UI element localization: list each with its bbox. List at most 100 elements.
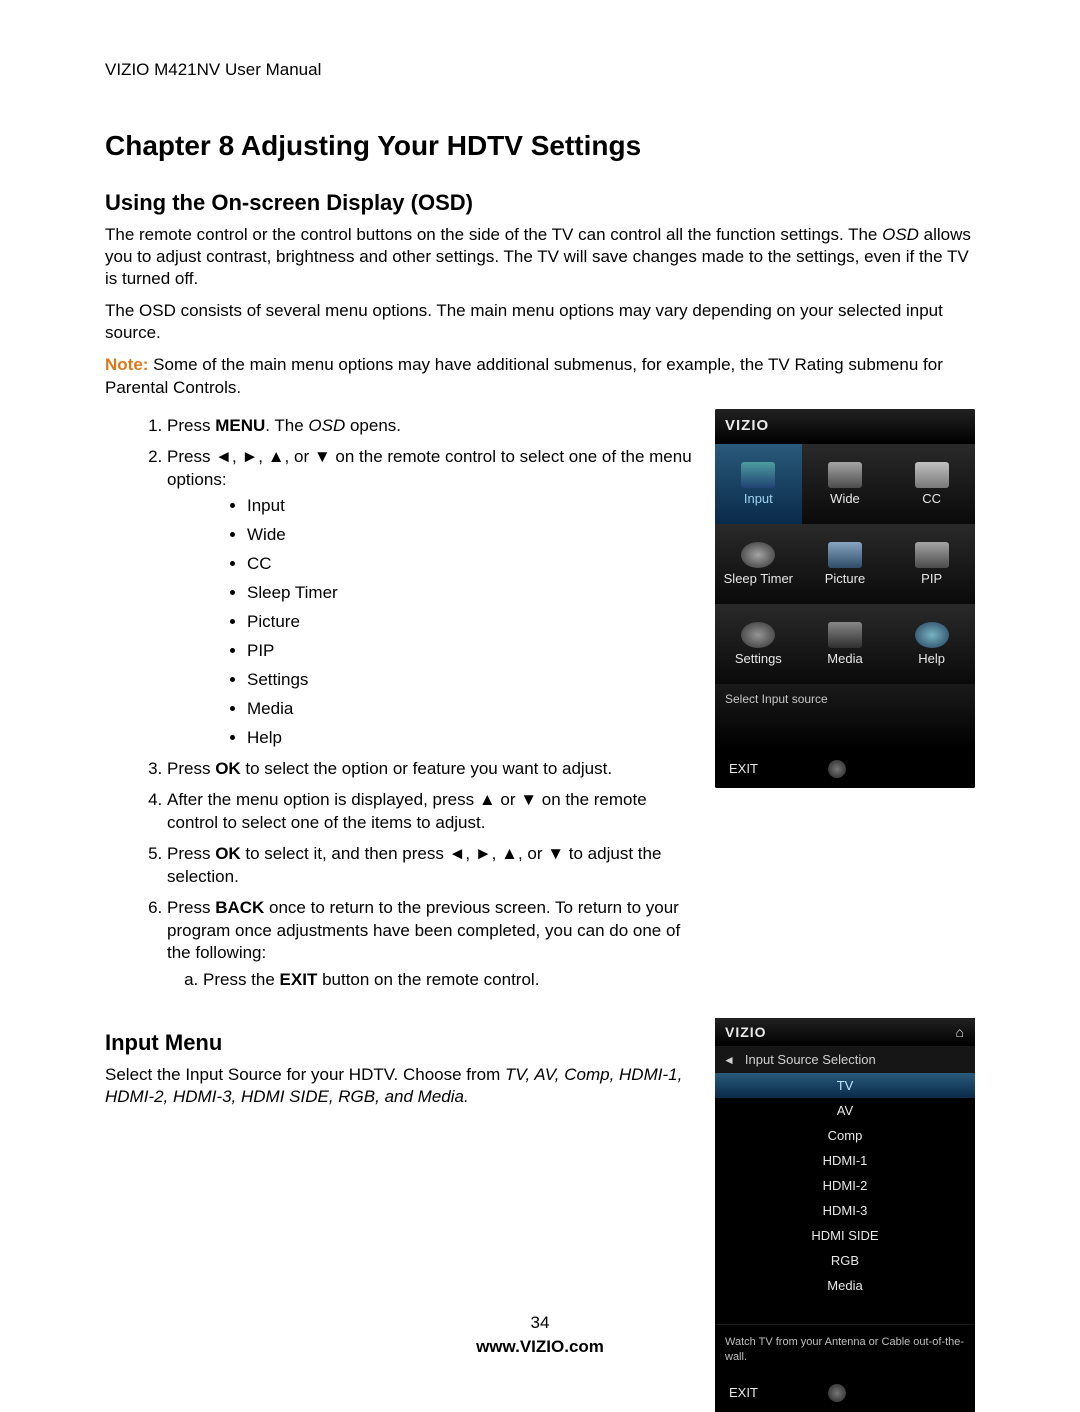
steps-list: Press MENU. The OSD opens. Press ◄, ►, ▲…: [105, 415, 695, 993]
osd-cell-input[interactable]: Input: [715, 444, 802, 524]
help-icon: [915, 622, 949, 648]
menu-options-bullets: Input Wide CC Sleep Timer Picture PIP Se…: [167, 495, 695, 749]
isrc-brand-label: VIZIO: [725, 1024, 767, 1040]
exit-button[interactable]: EXIT: [729, 761, 758, 776]
osd-cell-label: Picture: [825, 572, 865, 586]
bullet-item: Help: [247, 727, 695, 750]
step-6: Press BACK once to return to the previou…: [167, 897, 695, 993]
text: opens.: [345, 416, 401, 435]
steps-column: Press MENU. The OSD opens. Press ◄, ►, ▲…: [105, 409, 695, 1001]
text-bold: OK: [215, 844, 241, 863]
input-menu-text-col: Input Menu Select the Input Source for y…: [105, 1018, 695, 1118]
footer-url: www.VIZIO.com: [0, 1337, 1080, 1357]
isrc-item-tv[interactable]: TV: [715, 1073, 975, 1098]
isrc-item-hdmi2[interactable]: HDMI-2: [715, 1173, 975, 1198]
page-footer: 34 www.VIZIO.com: [0, 1313, 1080, 1357]
osd-cell-label: Media: [827, 652, 862, 666]
back-arrow-icon[interactable]: ◄: [723, 1053, 735, 1067]
bullet-item: Settings: [247, 669, 695, 692]
bullet-item: Media: [247, 698, 695, 721]
osd-footer: EXIT: [715, 750, 975, 788]
osd-cell-settings[interactable]: Settings: [715, 604, 802, 684]
manual-page: VIZIO M421NV User Manual Chapter 8 Adjus…: [0, 0, 1080, 1397]
bullet-item: Input: [247, 495, 695, 518]
text-bold: EXIT: [280, 970, 318, 989]
osd-main-menu-screenshot: VIZIO Input Wide CC Sleep Timer: [715, 409, 975, 788]
bullet-item: Sleep Timer: [247, 582, 695, 605]
osd-grid: Input Wide CC Sleep Timer Picture: [715, 444, 975, 684]
bullet-item: Wide: [247, 524, 695, 547]
text-italic: OSD: [882, 225, 919, 244]
isrc-item-comp[interactable]: Comp: [715, 1123, 975, 1148]
text: button on the remote control.: [317, 970, 539, 989]
text-bold: MENU: [215, 416, 265, 435]
osd-cell-help[interactable]: Help: [888, 604, 975, 684]
isrc-list: TV AV Comp HDMI-1 HDMI-2 HDMI-3 HDMI SID…: [715, 1073, 975, 1298]
osd-cell-label: PIP: [921, 572, 942, 586]
text: . The: [265, 416, 308, 435]
isrc-item-hdmi1[interactable]: HDMI-1: [715, 1148, 975, 1173]
text: to select it, and then press ◄, ►, ▲, or…: [167, 844, 661, 886]
home-icon[interactable]: [828, 760, 846, 778]
isrc-item-hdmi3[interactable]: HDMI-3: [715, 1198, 975, 1223]
text: Press: [167, 844, 215, 863]
osd-paragraph-2: The OSD consists of several menu options…: [105, 300, 975, 344]
input-menu-paragraph: Select the Input Source for your HDTV. C…: [105, 1064, 695, 1108]
isrc-item-hdmi-side[interactable]: HDMI SIDE: [715, 1223, 975, 1248]
isrc-item-av[interactable]: AV: [715, 1098, 975, 1123]
step-3: Press OK to select the option or feature…: [167, 758, 695, 781]
chapter-title: Chapter 8 Adjusting Your HDTV Settings: [105, 130, 975, 162]
text-italic: OSD: [308, 416, 345, 435]
osd-status-text: Select Input source: [715, 684, 975, 750]
isrc-item-media[interactable]: Media: [715, 1273, 975, 1298]
osd-cell-media[interactable]: Media: [802, 604, 889, 684]
home-icon[interactable]: ⌂: [956, 1024, 965, 1040]
osd-cell-label: Sleep Timer: [724, 572, 793, 586]
step-1: Press MENU. The OSD opens.: [167, 415, 695, 438]
note-label: Note:: [105, 355, 148, 374]
text: Press the: [203, 970, 280, 989]
osd-cell-wide[interactable]: Wide: [802, 444, 889, 524]
isrc-footer: EXIT: [715, 1374, 975, 1412]
isrc-title-row: ◄ Input Source Selection: [715, 1046, 975, 1073]
pip-icon: [915, 542, 949, 568]
doc-header: VIZIO M421NV User Manual: [105, 60, 975, 80]
osd-cell-cc[interactable]: CC: [888, 444, 975, 524]
step-4: After the menu option is displayed, pres…: [167, 789, 695, 835]
text: to select the option or feature you want…: [241, 759, 612, 778]
sub-steps: Press the EXIT button on the remote cont…: [167, 969, 695, 992]
text: Press ◄, ►, ▲, or ▼ on the remote contro…: [167, 447, 692, 489]
media-icon: [828, 622, 862, 648]
cc-icon: [915, 462, 949, 488]
osd-cell-label: Wide: [830, 492, 860, 506]
isrc-title-label: Input Source Selection: [745, 1052, 876, 1067]
text: Press: [167, 898, 215, 917]
osd-brand-label: VIZIO: [715, 409, 975, 444]
text-bold: OK: [215, 759, 241, 778]
section-heading-input: Input Menu: [105, 1030, 695, 1056]
osd-cell-picture[interactable]: Picture: [802, 524, 889, 604]
exit-button[interactable]: EXIT: [729, 1385, 758, 1400]
section-heading-osd: Using the On-screen Display (OSD): [105, 190, 975, 216]
osd-cell-label: Settings: [735, 652, 782, 666]
home-icon[interactable]: [828, 1384, 846, 1402]
input-icon: [741, 462, 775, 488]
step-5: Press OK to select it, and then press ◄,…: [167, 843, 695, 889]
text-bold: BACK: [215, 898, 264, 917]
text: Press: [167, 759, 215, 778]
osd-cell-label: CC: [922, 492, 941, 506]
bullet-item: PIP: [247, 640, 695, 663]
osd-cell-label: Help: [918, 652, 945, 666]
osd-note: Note: Some of the main menu options may …: [105, 354, 975, 398]
isrc-item-rgb[interactable]: RGB: [715, 1248, 975, 1273]
osd-cell-sleep-timer[interactable]: Sleep Timer: [715, 524, 802, 604]
text: Select the Input Source for your HDTV. C…: [105, 1065, 505, 1084]
page-number: 34: [0, 1313, 1080, 1333]
osd-paragraph-1: The remote control or the control button…: [105, 224, 975, 290]
step-2: Press ◄, ►, ▲, or ▼ on the remote contro…: [167, 446, 695, 750]
wide-icon: [828, 462, 862, 488]
text: Press: [167, 416, 215, 435]
bullet-item: Picture: [247, 611, 695, 634]
osd-cell-pip[interactable]: PIP: [888, 524, 975, 604]
picture-icon: [828, 542, 862, 568]
